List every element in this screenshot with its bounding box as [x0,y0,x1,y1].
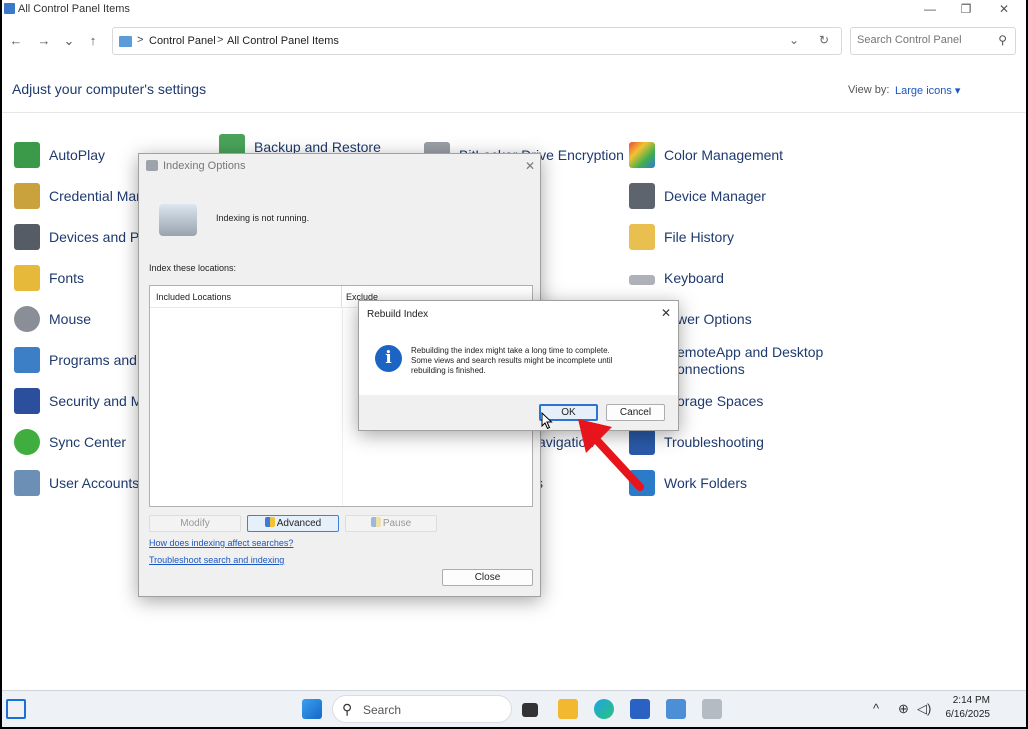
page-heading: Adjust your computer's settings [12,81,207,97]
clock-time: 2:14 PM [952,695,990,706]
breadcrumb-separator: > [217,34,224,46]
close-icon[interactable]: ✕ [661,306,671,320]
breadcrumb-separator: > [137,34,144,46]
forward-button[interactable]: → [34,32,54,50]
device-manager-icon [629,183,655,209]
breadcrumb-control-panel[interactable]: Control Panel [149,35,216,47]
window-title: All Control Panel Items [18,3,130,15]
view-by-label: View by: [848,84,890,96]
info-icon: i [375,345,402,372]
clock[interactable]: 2:14 PM 6/16/2025 [946,694,991,722]
maximize-button[interactable]: ❐ [946,1,986,17]
indexing-status: Indexing is not running. [216,213,310,223]
rebuild-dialog-title: Rebuild Index [367,309,429,320]
network-icon[interactable]: ⊕ [898,701,909,717]
control-panel-window: All Control Panel Items — ❐ ✕ ← → ⌄ ↑ > … [2,0,1026,690]
indexing-help-link[interactable]: How does indexing affect searches? [149,538,293,548]
task-view-icon[interactable] [522,703,538,717]
keyboard-icon [629,275,655,285]
indexing-taskbar-icon[interactable] [702,699,722,719]
red-arrow-annotation [578,419,644,491]
title-bar: All Control Panel Items — ❐ ✕ [2,0,1026,18]
credential-manager-icon [14,183,40,209]
recent-locations-button[interactable]: ⌄ [59,32,79,50]
address-bar[interactable]: > Control Panel > All Control Panel Item… [112,27,842,55]
fonts-icon [14,265,40,291]
control-panel-icon [4,3,15,14]
search-icon[interactable]: ⚲ [998,33,1007,47]
widgets-icon[interactable] [6,699,26,719]
breadcrumb-all-items[interactable]: All Control Panel Items [227,35,339,47]
search-box[interactable]: ⚲ [850,27,1016,55]
rebuild-message-line1: Rebuilding the index might take a long t… [411,346,610,355]
view-by-dropdown[interactable]: Large icons ▾ [895,84,960,97]
close-icon[interactable]: ✕ [525,159,535,173]
edge-icon[interactable] [594,699,614,719]
rebuild-index-dialog: Rebuild Index ✕ i Rebuilding the index m… [358,300,679,431]
printer-icon [14,224,40,250]
divider [2,112,1026,113]
search-input[interactable] [857,34,987,46]
control-panel-taskbar-icon[interactable] [666,699,686,719]
taskbar-search-label: Search [363,703,402,717]
back-button[interactable]: ← [6,32,26,50]
clock-date: 6/16/2025 [945,709,991,720]
rebuild-message-line2: Some views and search results might be i… [411,356,613,365]
search-drive-icon [159,204,197,236]
locations-label: Index these locations: [149,263,237,273]
close-dialog-button[interactable]: Close [442,569,533,586]
volume-icon[interactable]: ◁) [917,701,931,717]
troubleshoot-link[interactable]: Troubleshoot search and indexing [149,555,284,565]
dialog-title: Indexing Options [163,160,246,172]
taskbar-search[interactable]: ⚲ Search [332,695,512,723]
shield-icon [264,517,275,527]
modify-button[interactable]: Modify [149,515,241,532]
up-button[interactable]: ↑ [83,32,103,50]
sync-icon [14,429,40,455]
refresh-icon[interactable]: ↻ [819,33,829,47]
advanced-button[interactable]: Advanced [247,515,339,532]
pause-button[interactable]: Pause [345,515,437,532]
minimize-button[interactable]: — [910,1,950,17]
close-button[interactable]: ✕ [984,1,1024,17]
tray-chevron-icon[interactable]: ^ [873,701,879,716]
file-explorer-icon[interactable] [558,699,578,719]
start-icon[interactable] [302,699,322,719]
rebuild-message-line3: rebuilding is finished. [411,366,486,375]
programs-icon [14,347,40,373]
control-panel-icon [119,36,132,47]
column-header-included[interactable]: Included Locations [150,286,342,308]
mouse-icon [14,306,40,332]
store-icon[interactable] [630,699,650,719]
address-dropdown-icon[interactable]: ⌄ [789,33,799,47]
search-icon: ⚲ [342,701,353,717]
color-management-icon [629,142,655,168]
indexing-icon [146,160,158,171]
mouse-cursor-icon [541,412,553,430]
file-history-icon [629,224,655,250]
taskbar: ⚲ Search ^ ⊕ ◁) 2:14 PM 6/16/2025 [2,690,1026,727]
autoplay-icon [14,142,40,168]
users-icon [14,470,40,496]
shield-icon [370,517,381,527]
navigation-bar: ← → ⌄ ↑ > Control Panel > All Control Pa… [2,26,1026,56]
column-divider [342,308,343,506]
flag-icon [14,388,40,414]
